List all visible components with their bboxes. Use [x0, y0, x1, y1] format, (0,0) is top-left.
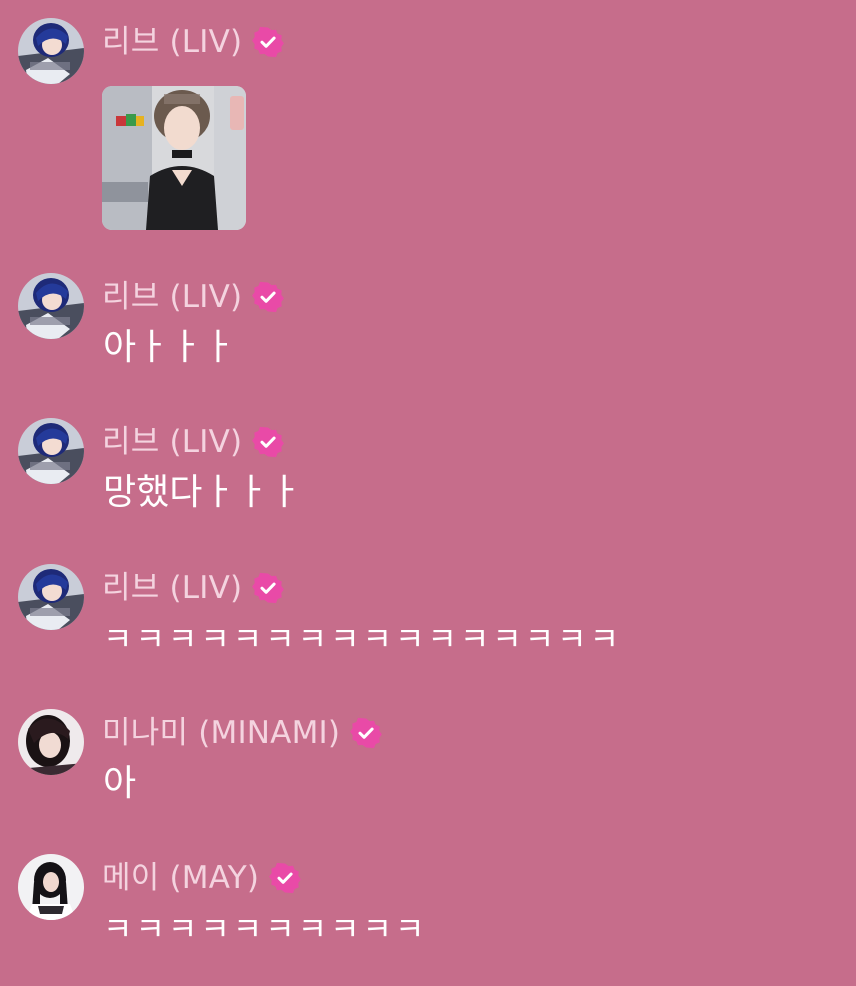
verified-badge-icon	[252, 572, 284, 604]
message-text: 아ㅏㅏㅏ	[103, 327, 236, 368]
sender-name: 미나미 (MINAMI)	[102, 715, 341, 751]
avatar-image	[18, 709, 84, 775]
message-text: ㅋㅋㅋㅋㅋㅋㅋㅋㅋㅋ	[103, 910, 428, 948]
sender-row: 미나미 (MINAMI)	[102, 713, 382, 753]
avatar-image	[18, 418, 84, 484]
sender-row: 메이 (MAY)	[102, 858, 301, 898]
photo-image	[102, 86, 246, 230]
message-text: 아	[103, 763, 137, 804]
avatar-image	[18, 18, 84, 84]
avatar[interactable]	[18, 564, 84, 630]
sender-name: 리브 (LIV)	[102, 570, 243, 606]
avatar-image	[18, 564, 84, 630]
verified-badge-icon	[252, 26, 284, 58]
sender-name: 메이 (MAY)	[102, 860, 260, 896]
avatar[interactable]	[18, 854, 84, 920]
avatar-image	[18, 854, 84, 920]
sender-row: 리브 (LIV)	[102, 568, 284, 608]
message-text: 망했다ㅏㅏㅏ	[103, 472, 302, 513]
message-text: ㅋㅋㅋㅋㅋㅋㅋㅋㅋㅋㅋㅋㅋㅋㅋㅋ	[103, 620, 623, 658]
sender-name: 리브 (LIV)	[102, 424, 243, 460]
verified-badge-icon	[269, 862, 301, 894]
avatar[interactable]	[18, 709, 84, 775]
chat-message-list[interactable]: 리브 (LIV) 리브 (LIV) 아ㅏㅏㅏ 리브 (LIV) 망했다ㅏㅏㅏ 리…	[0, 0, 856, 986]
avatar-image	[18, 273, 84, 339]
verified-badge-icon	[252, 426, 284, 458]
avatar[interactable]	[18, 418, 84, 484]
photo-attachment[interactable]	[102, 86, 246, 230]
avatar[interactable]	[18, 18, 84, 84]
verified-badge-icon	[252, 281, 284, 313]
sender-name: 리브 (LIV)	[102, 279, 243, 315]
verified-badge-icon	[350, 717, 382, 749]
sender-row: 리브 (LIV)	[102, 277, 284, 317]
sender-row: 리브 (LIV)	[102, 22, 284, 62]
avatar[interactable]	[18, 273, 84, 339]
sender-row: 리브 (LIV)	[102, 422, 284, 462]
sender-name: 리브 (LIV)	[102, 24, 243, 60]
